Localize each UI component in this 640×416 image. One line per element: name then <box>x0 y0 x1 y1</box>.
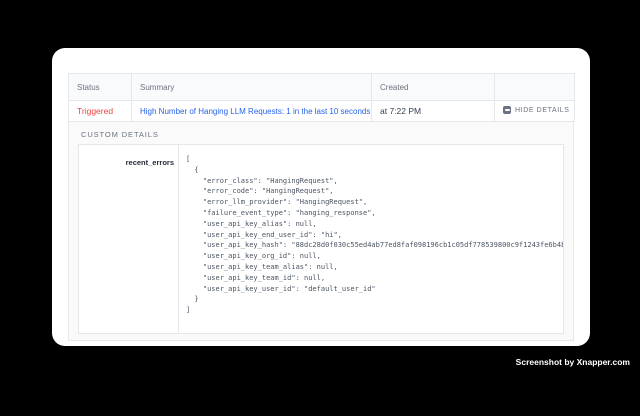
alert-row: Triggered High Number of Hanging LLM Req… <box>69 101 575 122</box>
status-badge: Triggered <box>77 106 113 116</box>
recent-errors-json: [ { "error_class": "HangingRequest", "er… <box>179 145 563 333</box>
alert-summary-link[interactable]: High Number of Hanging LLM Requests: 1 i… <box>140 107 372 116</box>
custom-details-panel: CUSTOM DETAILS recent_errors [ { "error_… <box>68 122 574 341</box>
column-header-created: Created <box>372 74 495 101</box>
custom-details-heading: CUSTOM DETAILS <box>81 130 564 139</box>
column-header-status: Status <box>69 74 132 101</box>
table-header-row: Status Summary Created <box>69 74 575 101</box>
hide-details-button[interactable]: HIDE DETAILS <box>503 106 570 114</box>
created-cell: at 7:22 PM <box>372 101 495 122</box>
alerts-table: Status Summary Created Triggered High Nu… <box>68 73 575 122</box>
summary-cell: High Number of Hanging LLM Requests: 1 i… <box>132 101 372 122</box>
status-cell: Triggered <box>69 101 132 122</box>
column-header-actions <box>495 74 575 101</box>
hide-details-label: HIDE DETAILS <box>515 107 570 114</box>
created-timestamp: at 7:22 PM <box>380 106 421 116</box>
custom-details-box: recent_errors [ { "error_class": "Hangin… <box>78 144 564 334</box>
details-key-label: recent_errors <box>126 158 174 167</box>
screenshot-background: Status Summary Created Triggered High Nu… <box>0 0 640 416</box>
actions-cell: HIDE DETAILS <box>495 101 575 122</box>
alerts-card: Status Summary Created Triggered High Nu… <box>52 48 590 346</box>
minus-square-icon <box>503 106 511 114</box>
details-key-column: recent_errors <box>79 145 179 333</box>
xnapper-watermark: Screenshot by Xnapper.com <box>516 357 630 367</box>
column-header-summary: Summary <box>132 74 372 101</box>
